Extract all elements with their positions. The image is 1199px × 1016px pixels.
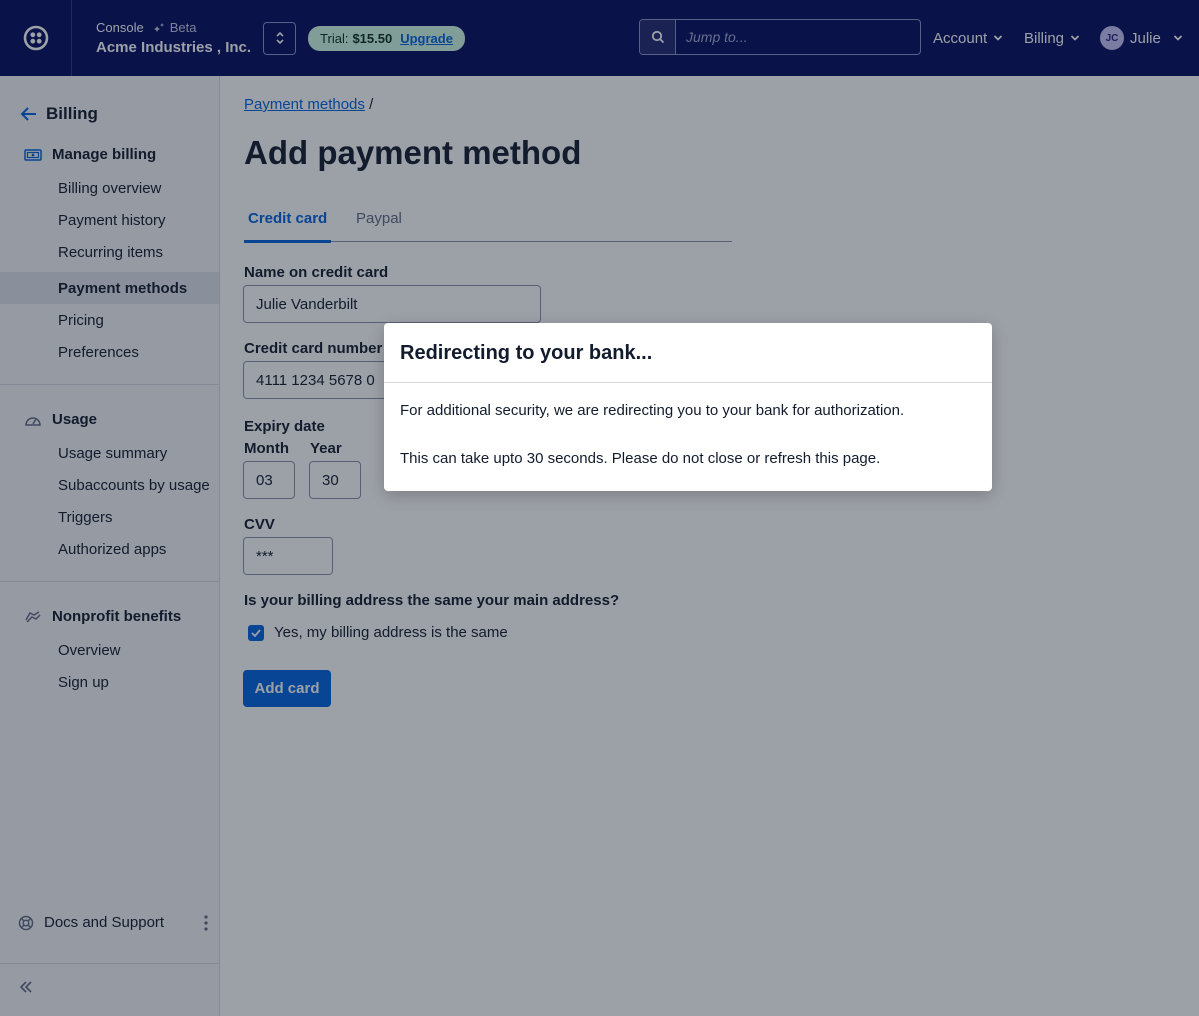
modal-text-wait: This can take upto 30 seconds. Please do… (400, 450, 881, 467)
redirect-modal: Redirecting to your bank... For addition… (384, 323, 992, 491)
modal-divider (384, 382, 992, 383)
modal-backdrop (0, 0, 1199, 1016)
modal-title: Redirecting to your bank... (400, 342, 653, 364)
modal-text-security: For additional security, we are redirect… (400, 402, 905, 419)
